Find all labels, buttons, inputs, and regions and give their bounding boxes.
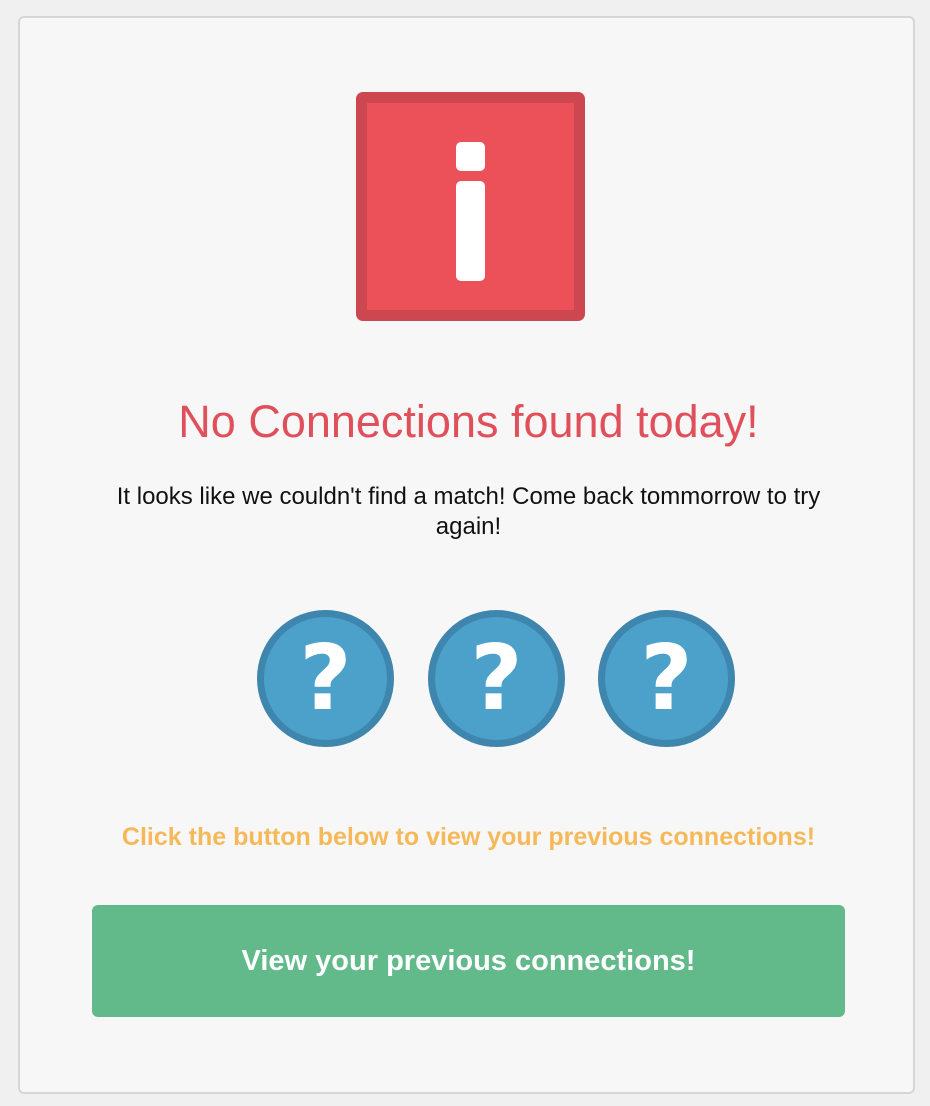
question-icon: ? xyxy=(598,610,735,747)
question-icon: ? xyxy=(428,610,565,747)
no-connections-card: No Connections found today! It looks lik… xyxy=(18,16,915,1094)
view-previous-connections-button[interactable]: View your previous connections! xyxy=(92,905,845,1017)
no-match-message: It looks like we couldn't find a match! … xyxy=(116,483,821,540)
info-icon xyxy=(356,92,585,321)
placeholder-connections: ? ? ? xyxy=(257,610,737,747)
page-title: No Connections found today! xyxy=(178,396,759,447)
question-icon: ? xyxy=(257,610,394,747)
info-icon-bar xyxy=(456,181,485,281)
hint-text: Click the button below to view your prev… xyxy=(121,823,816,851)
info-icon-dot xyxy=(456,142,485,171)
